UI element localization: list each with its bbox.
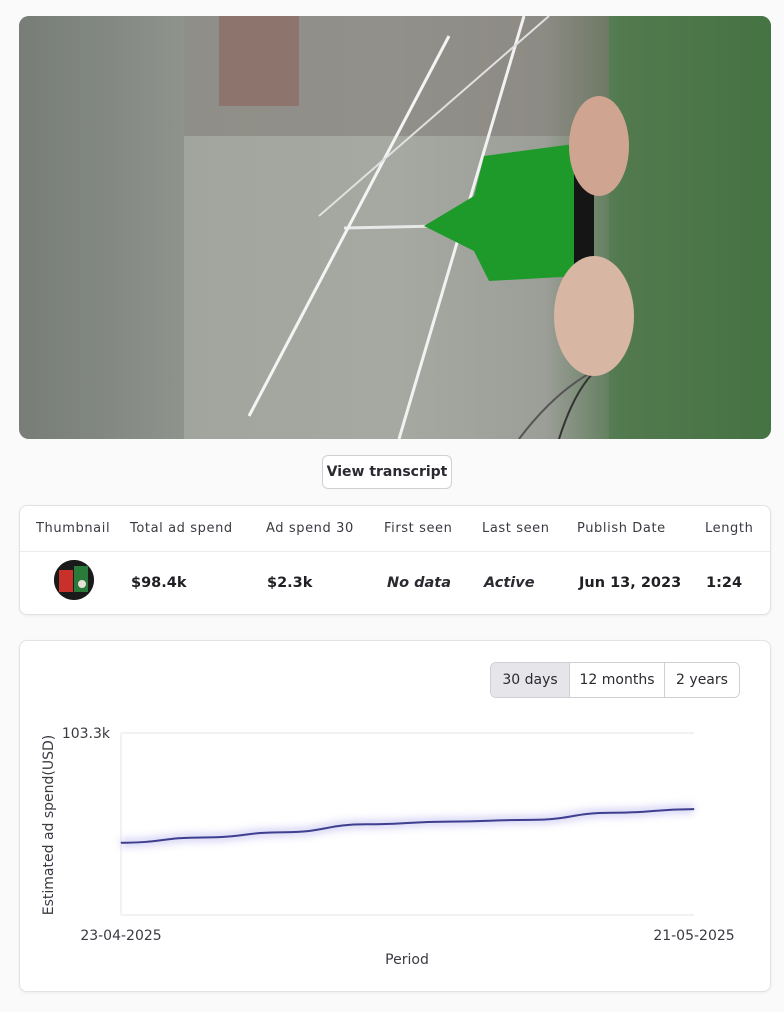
video-frame-image [19,16,771,439]
cell-ad-spend-30: $2.3k [267,575,313,591]
series-point-1 [202,836,204,838]
cell-total-ad-spend: $98.4k [131,575,187,591]
series-point-6 [611,812,613,814]
video-player[interactable] [19,16,771,439]
view-transcript-button[interactable]: View transcript [322,455,452,489]
series-point-4 [447,821,449,823]
x-tick-label-end: 21-05-2025 [653,928,734,944]
header-total-ad-spend: Total ad spend [130,521,233,536]
cell-last-seen: Active [484,575,535,591]
table-header: Thumbnail Total ad spend Ad spend 30 Fir… [20,506,770,552]
header-thumbnail: Thumbnail [36,521,111,536]
header-last-seen: Last seen [482,521,550,536]
header-length: Length [705,521,754,536]
header-first-seen: First seen [384,521,453,536]
x-axis-title: Period [385,952,429,968]
cell-first-seen: No data [387,575,452,591]
x-tick-label-start: 23-04-2025 [80,928,161,944]
ad-thumbnail-image[interactable] [54,560,94,600]
header-ad-spend-30: Ad spend 30 [266,521,354,536]
series-point-7 [693,808,695,810]
series-point-0 [120,842,122,844]
ad-spend-chart-card: 30 days 12 months 2 years 103.3k 23-04-2… [19,640,771,992]
cell-publish-date: Jun 13, 2023 [579,575,682,591]
series-point-2 [284,831,286,833]
cell-length: 1:24 [706,575,743,591]
ad-details-table: Thumbnail Total ad spend Ad spend 30 Fir… [19,505,771,615]
y-axis-title: Estimated ad spend(USD) [41,735,57,915]
y-tick-label-max: 103.3k [62,726,111,742]
series-point-5 [529,819,531,821]
ad-spend-line-chart: 103.3k 23-04-2025 21-05-2025 Period Esti… [41,726,735,968]
series-point-3 [366,823,368,825]
header-publish-date: Publish Date [577,521,666,536]
